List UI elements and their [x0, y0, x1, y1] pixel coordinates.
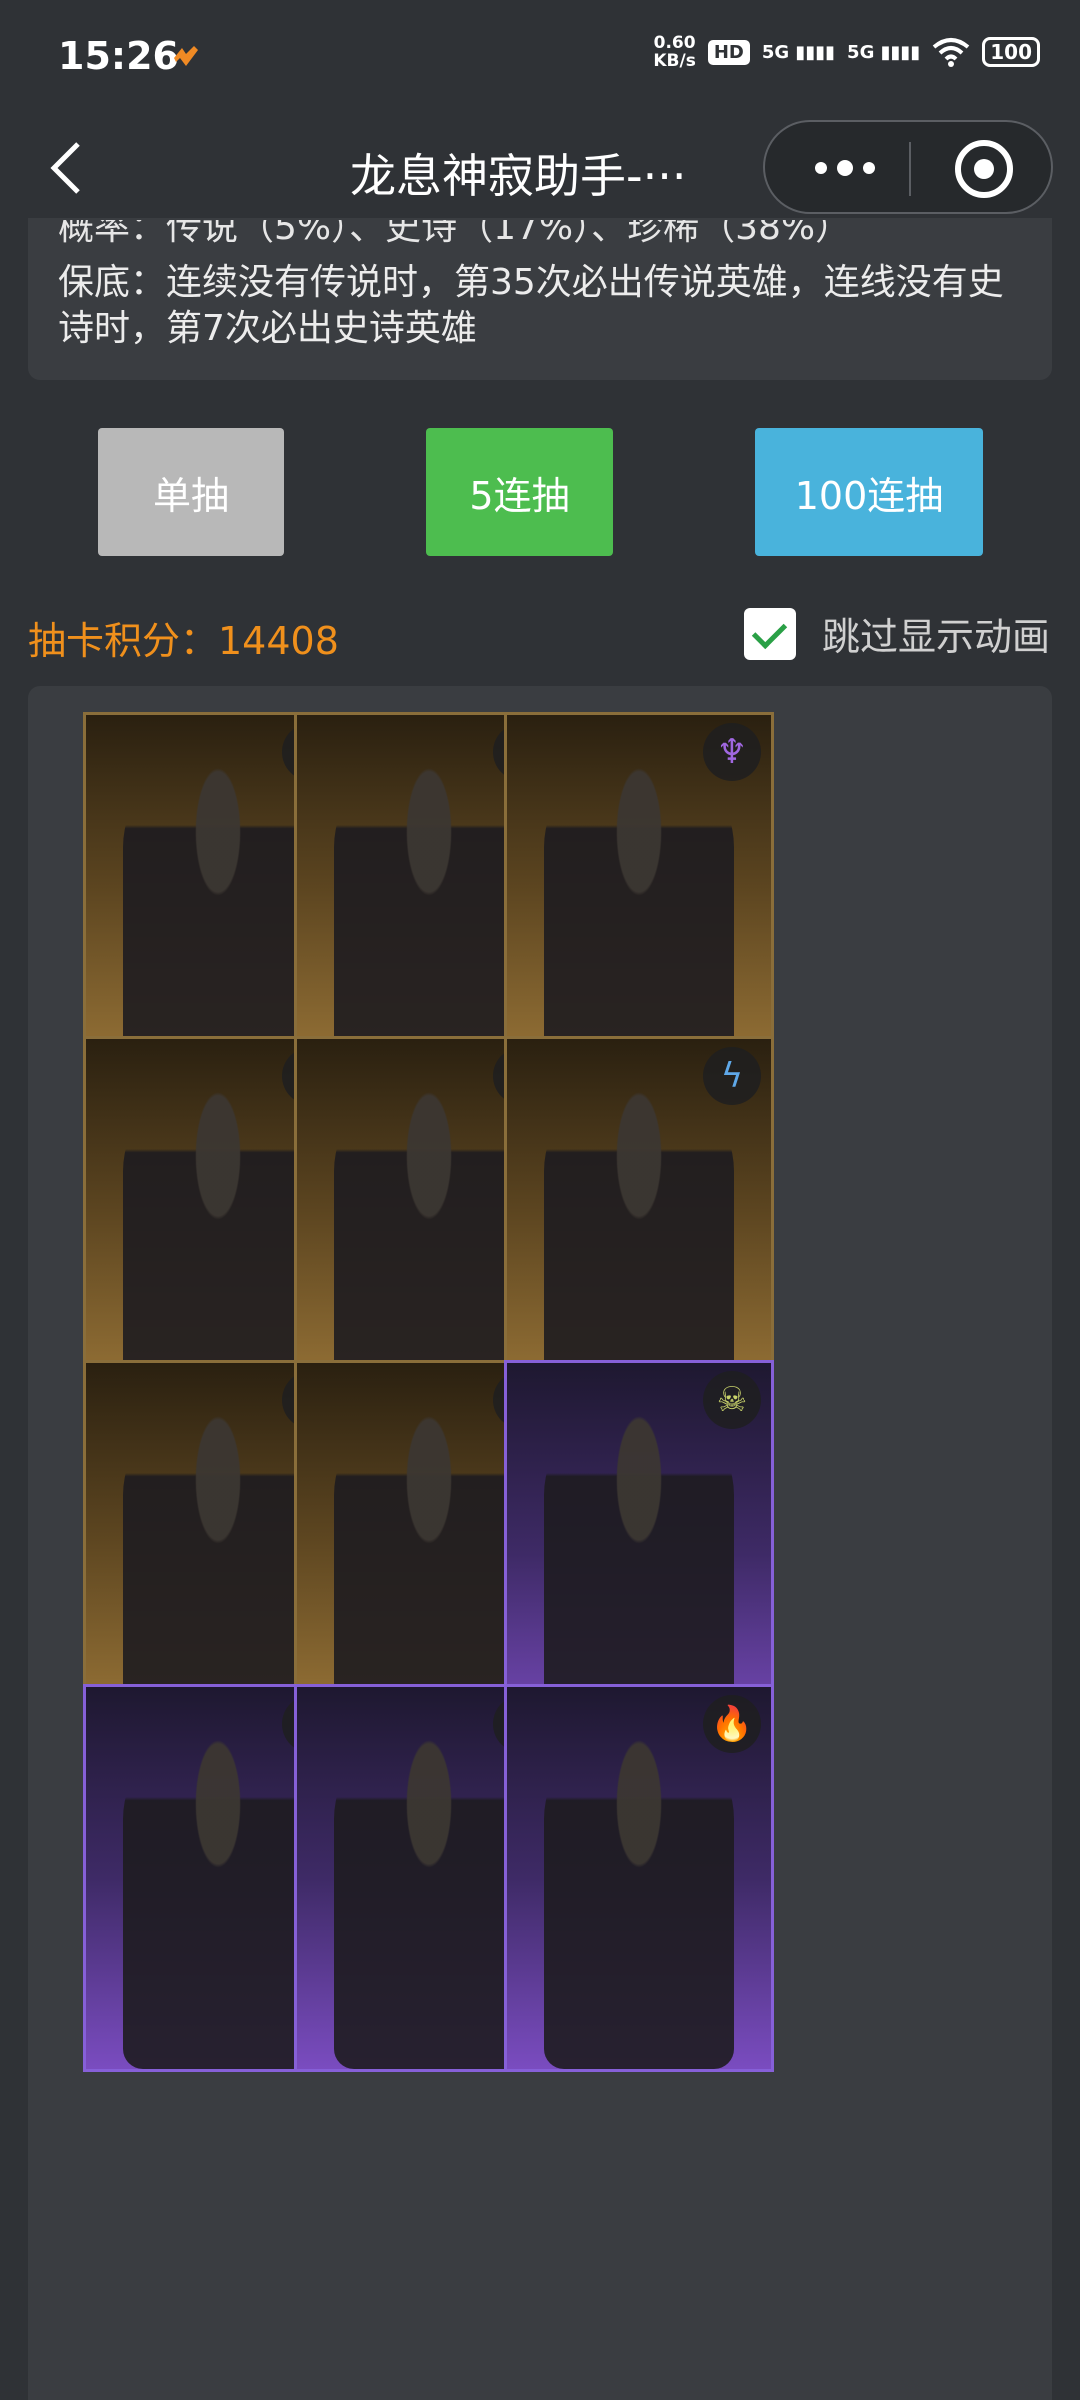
skip-animation-checkbox[interactable]: [744, 607, 796, 660]
wifi-icon: [932, 38, 970, 67]
five-draw-button[interactable]: 5连抽: [426, 428, 613, 556]
hd-icon: HD: [707, 39, 750, 65]
hero-portrait: 🔥: [504, 1684, 774, 2072]
back-icon[interactable]: [46, 138, 86, 198]
miniprogram-capsule: [763, 120, 1053, 214]
net-speed: 0.60 KB/s: [653, 34, 695, 70]
hero-grid: 🔥杜瑞姆x1☠罗塞尔x1♆达芙妮x1✷莎赫拉x1🔥杰恩x1ϟ苏塔x1🔥芙罗拉x1…: [28, 686, 1052, 2400]
more-icon[interactable]: [805, 148, 885, 188]
net-speed-unit: KB/s: [653, 51, 696, 71]
draw-points: 抽卡积分：14408: [28, 619, 339, 663]
hero-figure: [544, 1729, 734, 2069]
info-card: 概率：传说（5%）、史诗（17%）、珍稀（38%） 保底：连续没有传说时，第35…: [28, 218, 1052, 380]
status-time: 15:26: [58, 34, 179, 78]
status-icons: 0.60 KB/s HD 5G ▮▮▮▮ 5G ▮▮▮▮ 100: [653, 34, 1040, 70]
skip-animation-toggle[interactable]: 跳过显示动画: [744, 606, 1050, 661]
capsule-divider: [909, 142, 911, 196]
signal-icon: 5G ▮▮▮▮: [761, 41, 836, 63]
charging-icon: [174, 46, 198, 66]
page-title: 龙息神寂助手-···: [350, 149, 687, 203]
close-miniprogram-icon[interactable]: [955, 140, 1013, 198]
signal-label-2: 5G: [847, 41, 875, 63]
signal-label-1: 5G: [761, 41, 790, 63]
pity-text: 保底：连续没有传说时，第35次必出传说英雄，连线没有史诗时，第7次必出史诗英雄: [58, 262, 1004, 349]
net-speed-value: 0.60: [653, 33, 696, 53]
hundred-draw-button[interactable]: 100连抽: [755, 428, 983, 556]
fire-icon: 🔥: [703, 1695, 761, 1753]
single-draw-button[interactable]: 单抽: [98, 428, 284, 556]
skull-icon: ☠: [703, 1371, 761, 1429]
signal-icon-2: 5G ▮▮▮▮: [847, 41, 921, 63]
lightning-icon: ϟ: [703, 1047, 761, 1105]
demon-icon: ♆: [703, 723, 761, 781]
battery-icon: 100: [982, 37, 1040, 67]
hero-card[interactable]: 🔥: [504, 1684, 774, 2076]
hero-figure: [334, 1729, 524, 2069]
title-bar: 龙息神寂助手-···: [0, 118, 1080, 218]
skip-animation-label: 跳过显示动画: [822, 615, 1051, 659]
hero-figure: [123, 1729, 313, 2069]
status-bar: 15:26 0.60 KB/s HD 5G ▮▮▮▮ 5G ▮▮▮▮ 100: [0, 0, 1080, 118]
